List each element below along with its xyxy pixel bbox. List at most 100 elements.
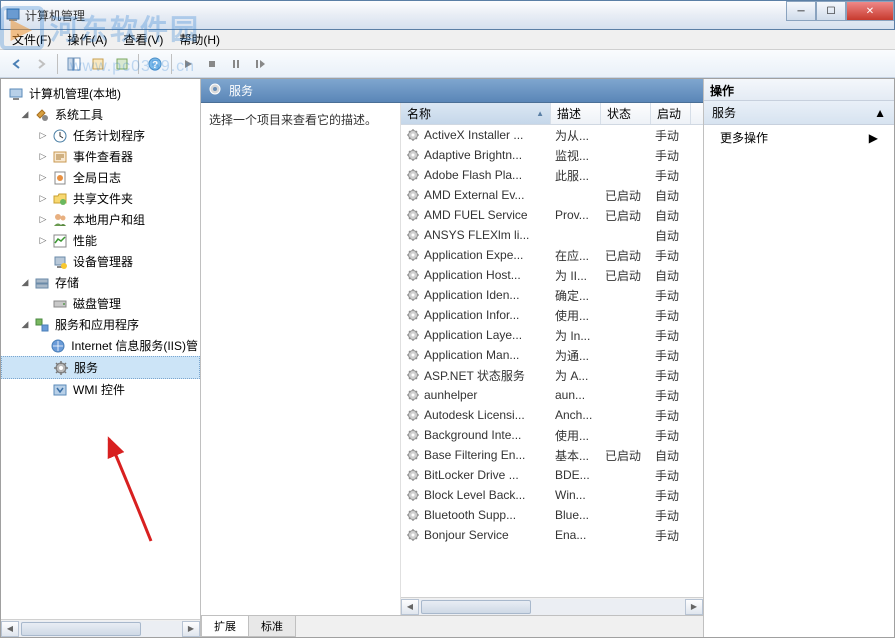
actions-pane: 操作 服务 ▲ 更多操作 ▶ <box>704 79 894 637</box>
service-row[interactable]: Bonjour ServiceEna...手动 <box>401 525 703 545</box>
service-name: ANSYS FLEXlm li... <box>424 228 529 242</box>
expand-icon[interactable]: ▷ <box>37 130 49 141</box>
gear-icon <box>405 247 421 263</box>
scroll-thumb[interactable] <box>421 600 531 614</box>
export-button[interactable] <box>111 53 133 75</box>
gear-icon <box>405 487 421 503</box>
gear-icon <box>405 127 421 143</box>
service-name: Block Level Back... <box>424 488 525 502</box>
expand-icon[interactable]: ▷ <box>37 151 49 162</box>
service-row[interactable]: Application Iden...确定...手动 <box>401 285 703 305</box>
column-desc[interactable]: 描述 <box>551 103 601 124</box>
tree-performance[interactable]: ▷ 性能 <box>1 230 200 251</box>
tree-eventviewer[interactable]: ▷ 事件查看器 <box>1 146 200 167</box>
tree-hscroll[interactable]: ◀ ▶ <box>1 619 200 637</box>
service-row[interactable]: BitLocker Drive ...BDE...手动 <box>401 465 703 485</box>
tree-sharedfolders[interactable]: ▷ 共享文件夹 <box>1 188 200 209</box>
cell-startup: 手动 <box>651 126 691 145</box>
scroll-right-button[interactable]: ▶ <box>182 621 200 637</box>
tree-devicemgr[interactable]: 设备管理器 <box>1 251 200 272</box>
service-row[interactable]: Adobe Flash Pla...此服...手动 <box>401 165 703 185</box>
close-button[interactable]: ✕ <box>846 1 894 21</box>
service-row[interactable]: AMD FUEL ServiceProv...已启动自动 <box>401 205 703 225</box>
collapse-icon[interactable]: ◢ <box>19 109 31 120</box>
tree-diskmgmt[interactable]: 磁盘管理 <box>1 293 200 314</box>
tree-scheduler[interactable]: ▷ 任务计划程序 <box>1 125 200 146</box>
column-name[interactable]: 名称▲ <box>401 103 551 124</box>
show-hide-tree-button[interactable] <box>63 53 85 75</box>
properties-button[interactable] <box>87 53 109 75</box>
scroll-thumb[interactable] <box>21 622 141 636</box>
play-button[interactable] <box>177 53 199 75</box>
wmi-icon <box>52 382 68 398</box>
tab-standard[interactable]: 标准 <box>248 616 296 637</box>
cell-startup: 自动 <box>651 446 691 465</box>
tree-storage[interactable]: ◢ 存储 <box>1 272 200 293</box>
device-icon <box>52 254 68 270</box>
cell-startup: 手动 <box>651 306 691 325</box>
service-row[interactable]: aunhelperaun...手动 <box>401 385 703 405</box>
cell-status <box>601 514 651 516</box>
service-row[interactable]: ActiveX Installer ...为从...手动 <box>401 125 703 145</box>
menu-help[interactable]: 帮助(H) <box>171 29 228 50</box>
tree-iis[interactable]: Internet 信息服务(IIS)管 <box>1 335 200 356</box>
tab-extended[interactable]: 扩展 <box>201 616 249 637</box>
column-status[interactable]: 状态 <box>601 103 651 124</box>
service-row[interactable]: Application Man...为通...手动 <box>401 345 703 365</box>
actions-group-services[interactable]: 服务 ▲ <box>704 101 894 125</box>
tree-globallog[interactable]: ▷ 全局日志 <box>1 167 200 188</box>
event-icon <box>52 149 68 165</box>
minimize-button[interactable]: ─ <box>786 1 816 21</box>
service-row[interactable]: ANSYS FLEXlm li...自动 <box>401 225 703 245</box>
forward-button[interactable] <box>30 53 52 75</box>
gear-icon <box>405 347 421 363</box>
service-row[interactable]: Background Inte...使用...手动 <box>401 425 703 445</box>
tree-servicesapps[interactable]: ◢ 服务和应用程序 <box>1 314 200 335</box>
tree-localusers[interactable]: ▷ 本地用户和组 <box>1 209 200 230</box>
expand-icon[interactable]: ▷ <box>37 172 49 183</box>
menu-file[interactable]: 文件(F) <box>4 29 59 50</box>
list-hscroll[interactable]: ◀ ▶ <box>401 597 703 615</box>
collapse-icon[interactable]: ◢ <box>19 277 31 288</box>
scroll-track[interactable] <box>19 621 182 637</box>
service-row[interactable]: Block Level Back...Win...手动 <box>401 485 703 505</box>
service-row[interactable]: Application Laye...为 In...手动 <box>401 325 703 345</box>
column-startup[interactable]: 启动 <box>651 103 691 124</box>
pause-button[interactable] <box>225 53 247 75</box>
service-row[interactable]: Autodesk Licensi...Anch...手动 <box>401 405 703 425</box>
tree-root[interactable]: 计算机管理(本地) <box>1 83 200 104</box>
col-label: 启动 <box>657 105 681 122</box>
cell-status <box>601 234 651 236</box>
menu-action[interactable]: 操作(A) <box>59 29 115 50</box>
scroll-track[interactable] <box>419 599 685 615</box>
expand-icon[interactable]: ▷ <box>37 193 49 204</box>
service-row[interactable]: Application Host...为 II...已启动自动 <box>401 265 703 285</box>
collapse-icon[interactable]: ◢ <box>19 319 31 330</box>
service-row[interactable]: Base Filtering En...基本...已启动自动 <box>401 445 703 465</box>
service-row[interactable]: Application Infor...使用...手动 <box>401 305 703 325</box>
help-button[interactable]: ? <box>144 53 166 75</box>
expand-icon[interactable]: ▷ <box>37 214 49 225</box>
stop-button[interactable] <box>201 53 223 75</box>
actions-more[interactable]: 更多操作 ▶ <box>704 125 894 150</box>
tree-services[interactable]: 服务 <box>1 356 200 379</box>
scroll-left-button[interactable]: ◀ <box>401 599 419 615</box>
menu-view[interactable]: 查看(V) <box>115 29 171 50</box>
back-button[interactable] <box>6 53 28 75</box>
service-row[interactable]: AMD External Ev...已启动自动 <box>401 185 703 205</box>
service-row[interactable]: Application Expe...在应...已启动手动 <box>401 245 703 265</box>
expand-icon[interactable]: ▷ <box>37 235 49 246</box>
scroll-left-button[interactable]: ◀ <box>1 621 19 637</box>
window-title: 计算机管理 <box>25 7 890 24</box>
restart-button[interactable] <box>249 53 271 75</box>
maximize-button[interactable]: ☐ <box>816 1 846 21</box>
service-row[interactable]: Bluetooth Supp...Blue...手动 <box>401 505 703 525</box>
tree-wmi[interactable]: WMI 控件 <box>1 379 200 400</box>
titlebar: 计算机管理 ─ ☐ ✕ <box>0 0 895 30</box>
service-row[interactable]: ASP.NET 状态服务为 A...手动 <box>401 365 703 385</box>
scroll-right-button[interactable]: ▶ <box>685 599 703 615</box>
list-body[interactable]: ActiveX Installer ...为从...手动Adaptive Bri… <box>401 125 703 597</box>
service-row[interactable]: Adaptive Brightn...监视...手动 <box>401 145 703 165</box>
cell-name: ActiveX Installer ... <box>401 126 551 144</box>
tree-systools[interactable]: ◢ 系统工具 <box>1 104 200 125</box>
